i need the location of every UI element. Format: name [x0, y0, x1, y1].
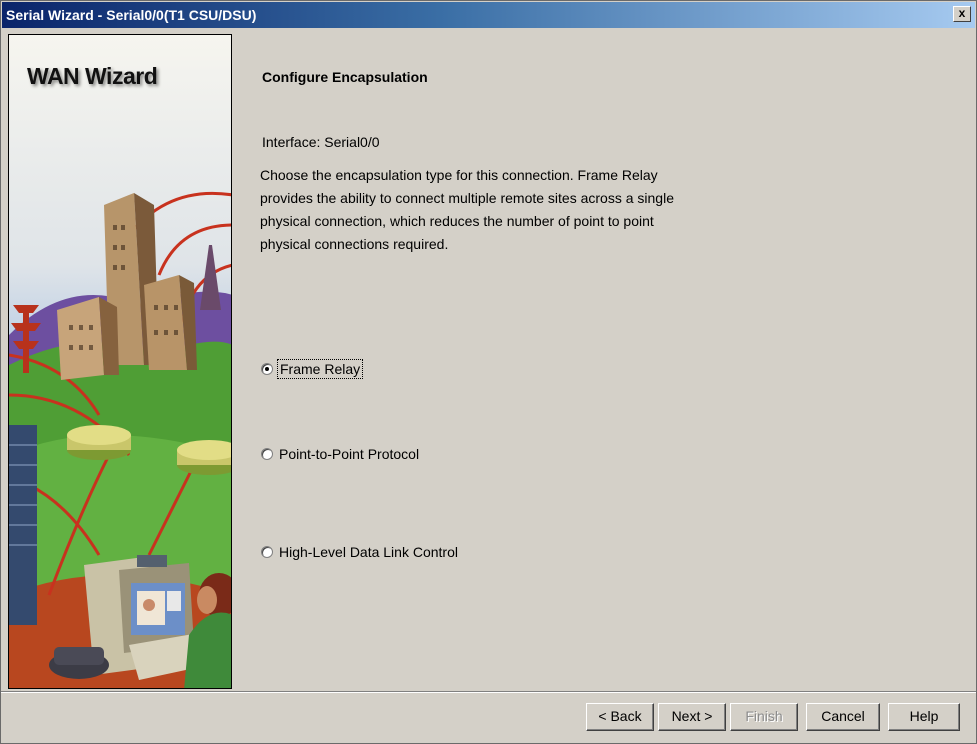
radio-label[interactable]: High-Level Data Link Control: [279, 544, 458, 560]
back-button[interactable]: < Back: [586, 703, 654, 731]
radio-label[interactable]: Frame Relay: [276, 359, 364, 379]
next-button[interactable]: Next >: [658, 703, 726, 731]
button-bar-divider: [1, 691, 976, 693]
finish-button: Finish: [730, 703, 798, 731]
radio-ppp[interactable]: Point-to-Point Protocol: [261, 443, 419, 465]
wizard-brand-title: WAN Wizard: [27, 63, 158, 89]
help-button[interactable]: Help: [888, 703, 960, 731]
radio-checked-icon[interactable]: [261, 363, 273, 375]
wizard-content: Configure Encapsulation Interface: Seria…: [233, 34, 975, 689]
description-text: Choose the encapsulation type for this c…: [260, 167, 674, 252]
close-icon: x: [958, 6, 966, 20]
radio-label[interactable]: Point-to-Point Protocol: [279, 446, 419, 462]
radio-frame-relay[interactable]: Frame Relay: [261, 358, 364, 380]
close-button[interactable]: x: [953, 6, 971, 22]
interface-label: Interface: Serial0/0: [262, 134, 380, 150]
serial-wizard-window: Serial Wizard - Serial0/0(T1 CSU/DSU) x: [0, 0, 977, 744]
radio-unchecked-icon[interactable]: [261, 448, 273, 460]
cancel-button[interactable]: Cancel: [806, 703, 880, 731]
window-title: Serial Wizard - Serial0/0(T1 CSU/DSU): [6, 7, 257, 23]
wan-illustration: [9, 35, 231, 688]
title-bar[interactable]: Serial Wizard - Serial0/0(T1 CSU/DSU) x: [2, 2, 975, 28]
page-heading: Configure Encapsulation: [262, 69, 428, 85]
radio-hdlc[interactable]: High-Level Data Link Control: [261, 541, 458, 563]
wizard-side-image: WAN Wizard: [8, 34, 232, 689]
radio-unchecked-icon[interactable]: [261, 546, 273, 558]
